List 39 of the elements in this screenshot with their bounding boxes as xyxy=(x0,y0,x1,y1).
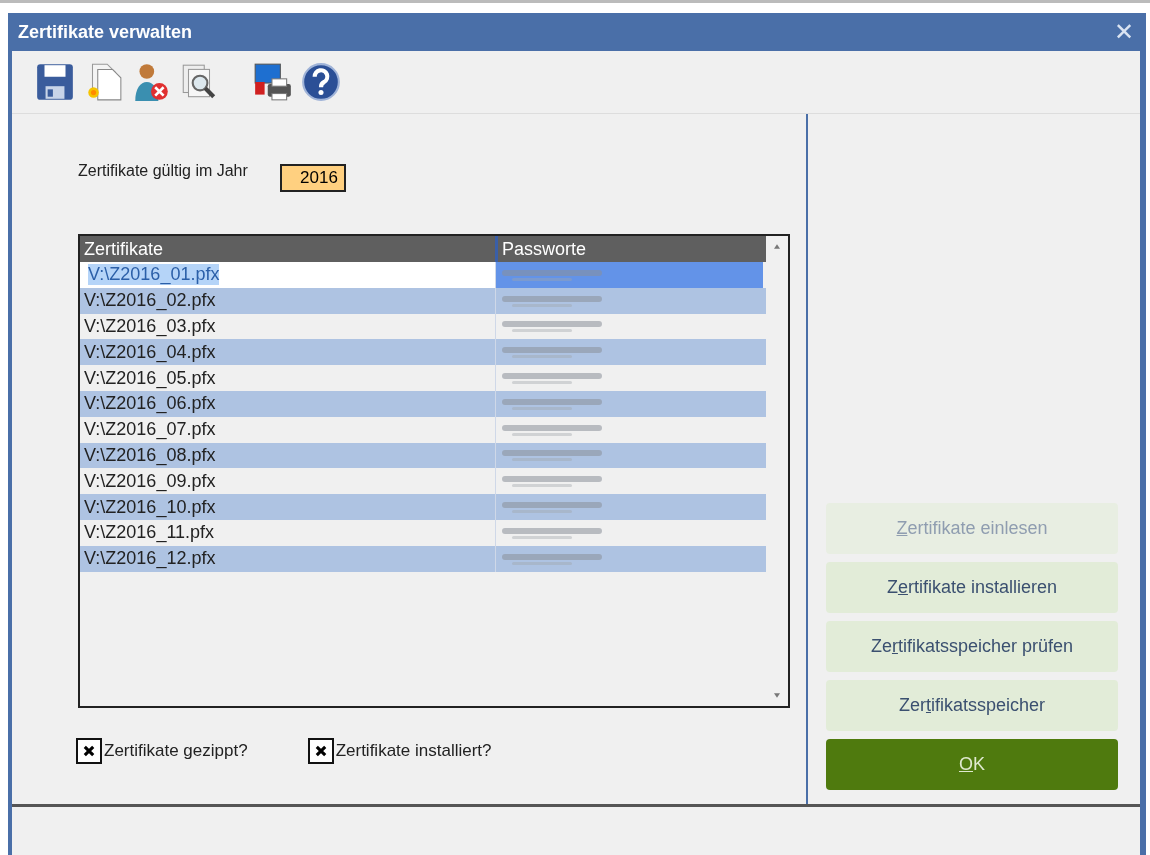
table-cell-text: V:\Z2016_07.pfx xyxy=(83,418,217,442)
action-button[interactable]: Zertifikatsspeicher prüfen xyxy=(826,621,1118,672)
x-mark-icon xyxy=(82,744,96,758)
save-icon[interactable] xyxy=(34,61,76,103)
scroll-down-icon[interactable] xyxy=(774,693,780,698)
table-row[interactable]: V:\Z2016_08.pfx xyxy=(80,442,766,469)
checkbox-label: Zertifikate gezippt? xyxy=(104,741,248,761)
table-cell-text: V:\Z2016_11.pfx xyxy=(83,521,216,545)
action-button[interactable]: Zertifikatsspeicher xyxy=(826,680,1118,731)
table-cell-text: V:\Z2016_03.pfx xyxy=(83,315,217,339)
action-button[interactable]: Zertifikate installieren xyxy=(826,562,1118,613)
table-row[interactable]: V:\Z2016_12.pfx xyxy=(80,545,766,572)
ok-button[interactable]: OK xyxy=(826,739,1118,790)
column-header[interactable]: Zertifikate xyxy=(80,236,495,262)
table-cell-text: V:\Z2016_05.pfx xyxy=(83,366,217,391)
table-row[interactable]: V:\Z2016_02.pfx xyxy=(80,287,766,314)
table-cell-text: V:\Z2016_02.pfx xyxy=(83,289,217,313)
table-row[interactable]: V:\Z2016_04.pfx xyxy=(80,339,766,366)
close-button[interactable]: ✕ xyxy=(1108,18,1140,46)
year-field[interactable]: 2016 xyxy=(279,164,346,192)
table-row[interactable]: V:\Z2016_10.pfx xyxy=(80,494,766,520)
table-cell: V:\Z2016_01.pfx xyxy=(80,262,495,288)
table-cell-text: V:\Z2016_12.pfx xyxy=(83,547,217,571)
scroll-up-icon[interactable] xyxy=(774,244,780,249)
window-title: Zertifikate verwalten xyxy=(17,21,193,43)
table-row[interactable]: V:\Z2016_01.pfx xyxy=(80,262,766,288)
table-cell-text: V:\Z2016_08.pfx xyxy=(83,443,217,468)
checkbox[interactable] xyxy=(76,738,102,764)
checkbox-label: Zertifikate installiert? xyxy=(335,741,492,761)
year-label: Zertifikate gültig im Jahr xyxy=(78,162,248,180)
table-cell-text: V:\Z2016_09.pfx xyxy=(83,469,217,494)
table-cell-text: V:\Z2016_04.pfx xyxy=(83,340,217,365)
monitor-printer-icon[interactable] xyxy=(252,61,294,103)
table-cell-text: V:\Z2016_06.pfx xyxy=(83,392,217,416)
table-cell-text: V:\Z2016_10.pfx xyxy=(83,495,217,520)
x-mark-icon xyxy=(313,744,328,758)
table-row[interactable]: V:\Z2016_06.pfx xyxy=(80,391,766,417)
help-icon[interactable] xyxy=(300,61,342,103)
checkbox[interactable] xyxy=(307,738,334,764)
